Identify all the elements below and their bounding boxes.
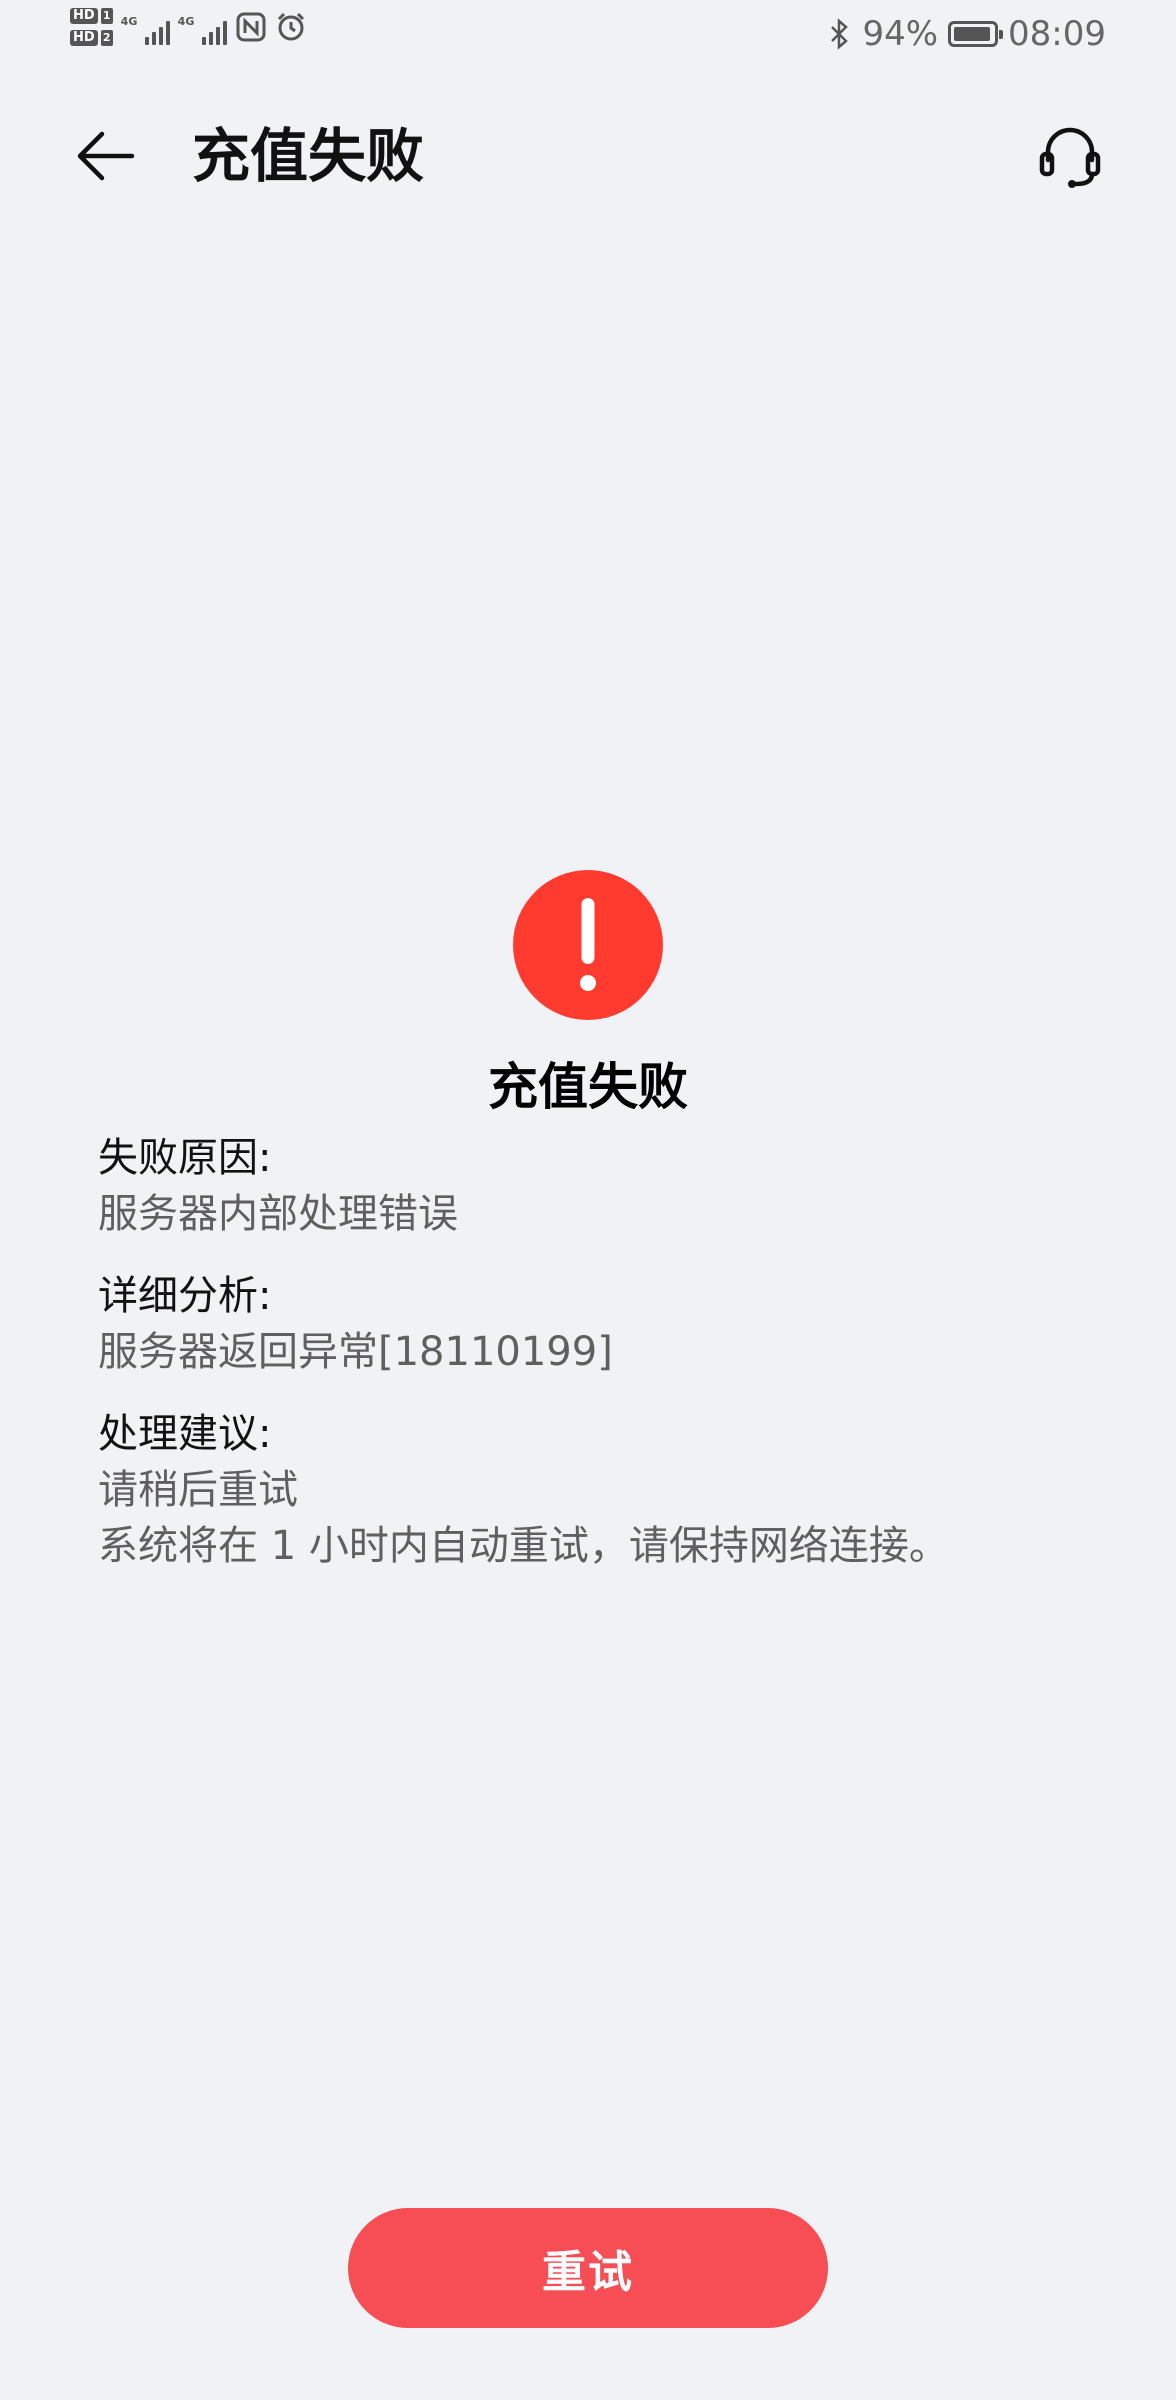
signal-2: 4G	[178, 9, 227, 45]
analysis-label: 详细分析:	[98, 1273, 272, 1319]
alarm-icon	[277, 12, 304, 41]
signal-bars-2-icon	[201, 17, 227, 45]
arrow-left-icon[interactable]	[70, 120, 142, 192]
status-bar: HD 1 HD 2 4G 4G 94% 08:09	[0, 0, 1176, 80]
suggestion-value-1: 请稍后重试	[98, 1467, 298, 1513]
reason-value: 服务器内部处理错误	[98, 1191, 458, 1237]
reason-section: 失败原因: 服务器内部处理错误	[98, 1130, 1098, 1242]
headset-icon[interactable]	[1034, 120, 1106, 192]
suggestion-section: 处理建议: 请稍后重试 系统将在 1 小时内自动重试，请保持网络连接。	[98, 1406, 1098, 1574]
hd-badge-1: HD	[70, 8, 98, 24]
analysis-value: 服务器返回异常[18110199]	[98, 1329, 613, 1375]
network-type-1: 4G	[120, 15, 138, 28]
retry-button[interactable]: 重试	[348, 2208, 828, 2328]
battery-percent: 94%	[862, 14, 939, 54]
analysis-section: 详细分析: 服务器返回异常[18110199]	[98, 1268, 1098, 1380]
sim-slot-2: 2	[100, 30, 113, 46]
app-header: 充值失败	[0, 100, 1176, 220]
error-exclamation-icon	[513, 870, 663, 1020]
hd-badge-2: HD	[70, 30, 98, 46]
battery-icon	[948, 21, 1004, 47]
sim-slot-1: 1	[100, 8, 113, 24]
page-title: 充值失败	[192, 122, 425, 190]
suggestion-value-2: 系统将在 1 小时内自动重试，请保持网络连接。	[98, 1523, 949, 1569]
battery-fill	[954, 27, 990, 41]
signal-1: 4G	[121, 9, 170, 45]
bluetooth-icon	[831, 18, 849, 50]
suggestion-label: 处理建议:	[98, 1411, 272, 1457]
hd-indicators: HD 1 HD 2	[70, 8, 113, 46]
result-title: 充值失败	[488, 1058, 688, 1116]
network-type-2: 4G	[177, 15, 195, 28]
nfc-icon	[236, 12, 266, 42]
clock-time: 08:09	[1008, 14, 1106, 54]
failure-details: 失败原因: 服务器内部处理错误 详细分析: 服务器返回异常[18110199] …	[98, 1130, 1098, 1600]
signal-bars-1-icon	[144, 17, 170, 45]
status-bar-left: HD 1 HD 2 4G 4G	[70, 8, 307, 46]
reason-label: 失败原因:	[98, 1135, 272, 1181]
status-bar-right: 94% 08:09	[828, 14, 1106, 54]
